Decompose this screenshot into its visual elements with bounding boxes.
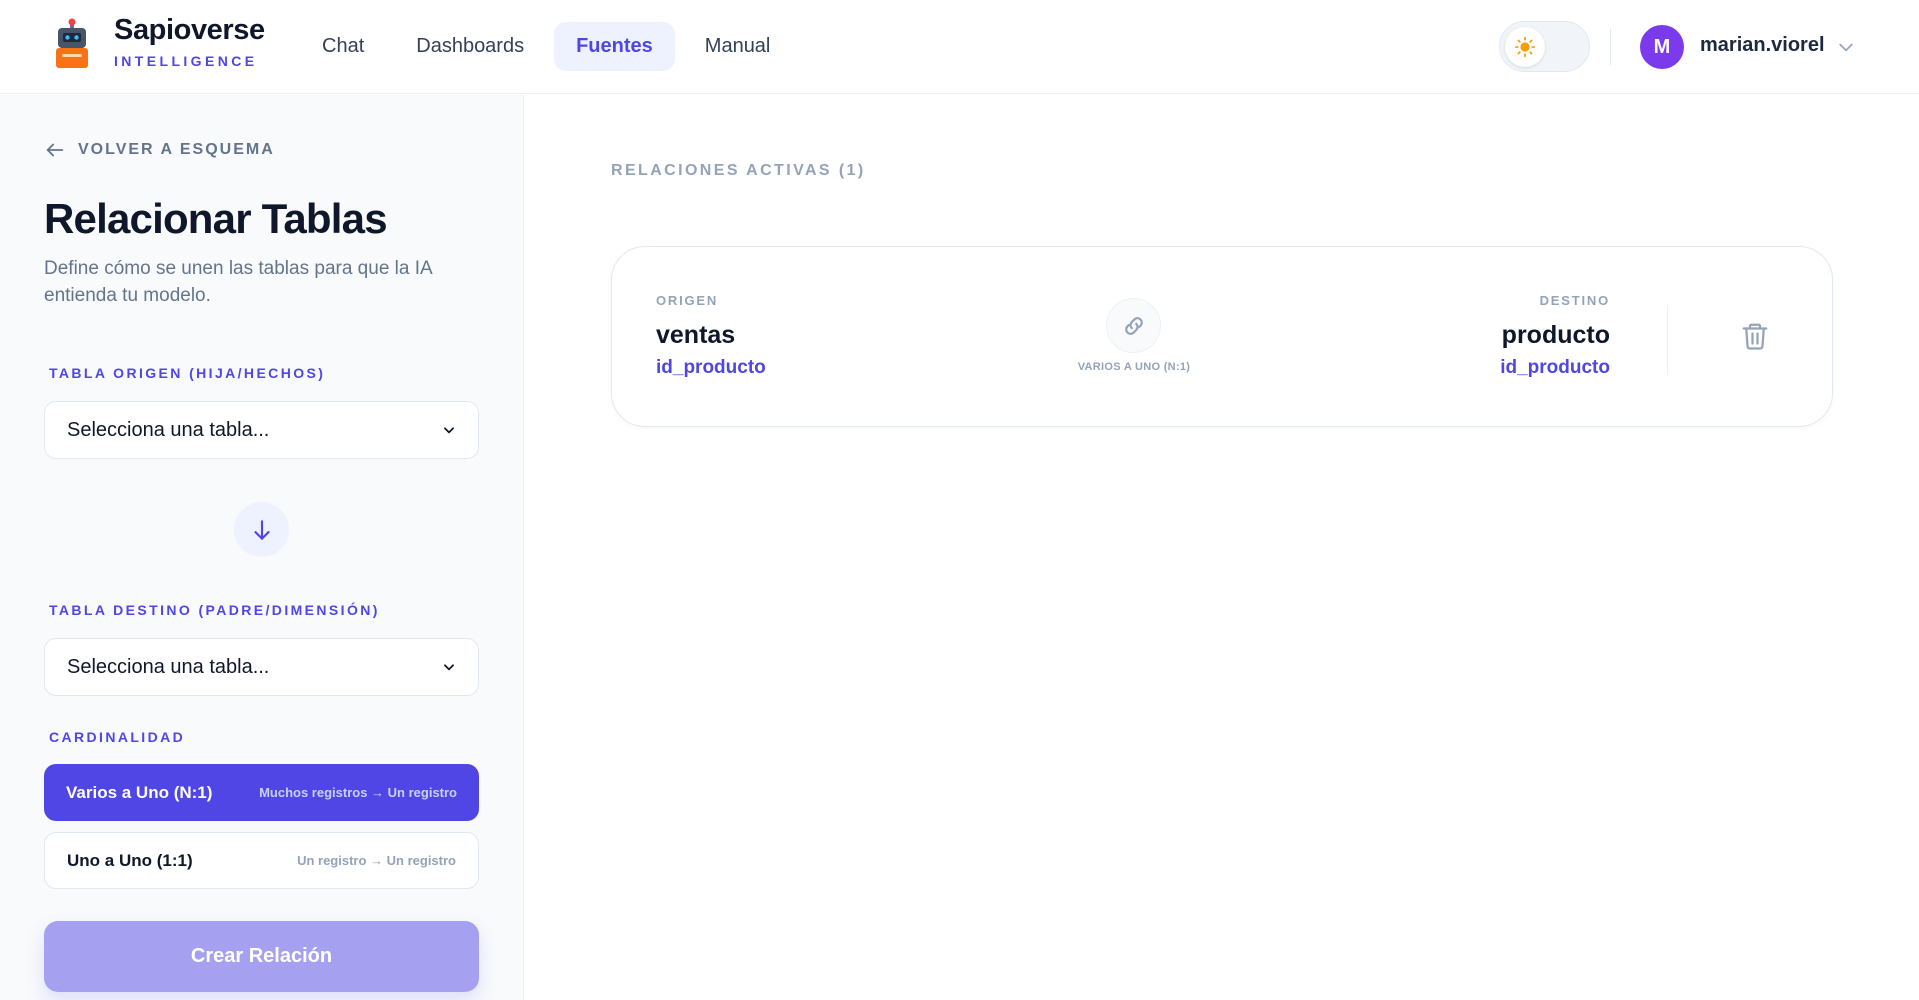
nav-dashboards[interactable]: Dashboards [394, 22, 546, 71]
origin-table-select[interactable]: Selecciona una tabla... [44, 401, 479, 459]
chevron-down-icon [444, 664, 454, 671]
sun-icon [1514, 36, 1536, 58]
page-description: Define cómo se unen las tablas para que … [44, 258, 432, 306]
back-to-schema-link[interactable]: VOLVER A ESQUEMA [44, 139, 275, 161]
trash-icon[interactable] [1740, 321, 1770, 356]
link-icon [1106, 298, 1161, 353]
origin-table-label: TABLA ORIGEN (HIJA/HECHOS) [49, 365, 326, 381]
nav-manual[interactable]: Manual [683, 22, 793, 71]
nav-chat[interactable]: Chat [300, 22, 386, 71]
page-title: Relacionar Tablas [44, 195, 388, 242]
back-link-label: VOLVER A ESQUEMA [78, 141, 275, 158]
theme-toggle[interactable] [1499, 21, 1590, 72]
cardinality-option-title: Varios a Uno (N:1) [66, 782, 213, 802]
nav-fuentes[interactable]: Fuentes [554, 22, 675, 71]
brand-name: Sapioverse [114, 14, 265, 46]
create-relation-button[interactable]: Crear Relación [44, 921, 479, 992]
cardinality-option-many-to-one[interactable]: Varios a Uno (N:1) Muchos registros → Un… [44, 764, 479, 821]
chevron-down-icon [444, 427, 454, 434]
user-name[interactable]: marian.viorel [1700, 34, 1825, 57]
target-column-name: id_producto [1500, 357, 1610, 378]
arrow-down-icon [234, 502, 289, 557]
target-table-label: TABLA DESTINO (PADRE/DIMENSIÓN) [49, 602, 380, 618]
active-relations-heading: RELACIONES ACTIVAS (1) [611, 162, 866, 179]
relation-card: ORIGEN ventas id_producto VARIOS A UNO (… [611, 246, 1833, 427]
origin-table-name: ventas [656, 321, 736, 349]
origin-caption: ORIGEN [656, 293, 719, 308]
target-caption: DESTINO [1539, 293, 1610, 308]
origin-table-value: Selecciona una tabla... [67, 418, 270, 441]
brand[interactable]: Sapioverse INTELLIGENCE [114, 14, 265, 69]
top-header: Sapioverse INTELLIGENCE Chat Dashboards … [0, 0, 1919, 94]
theme-toggle-knob [1505, 27, 1545, 67]
chevron-down-icon[interactable] [1836, 37, 1856, 62]
main-nav: Chat Dashboards Fuentes Manual [300, 22, 792, 71]
cardinality-label: CARDINALIDAD [49, 729, 186, 745]
header-divider [1610, 29, 1611, 65]
relation-form-panel: VOLVER A ESQUEMA Relacionar Tablas Defin… [0, 95, 524, 1000]
card-divider [1667, 305, 1668, 375]
arrow-left-icon [46, 143, 64, 157]
avatar[interactable]: M [1640, 25, 1684, 69]
cardinality-option-hint: Muchos registros → Un registro [259, 785, 457, 800]
target-table-select[interactable]: Selecciona una tabla... [44, 638, 479, 696]
cardinality-option-hint: Un registro → Un registro [297, 853, 456, 868]
cardinality-option-one-to-one[interactable]: Uno a Uno (1:1) Un registro → Un registr… [44, 832, 479, 889]
brand-subtitle: INTELLIGENCE [114, 53, 258, 69]
relation-cardinality: VARIOS A UNO (N:1) [1077, 361, 1191, 373]
robot-logo-icon [52, 18, 92, 70]
target-table-value: Selecciona una tabla... [67, 655, 270, 678]
origin-column-name: id_producto [656, 357, 766, 378]
cardinality-option-title: Uno a Uno (1:1) [67, 850, 193, 870]
target-table-name: producto [1501, 321, 1610, 349]
